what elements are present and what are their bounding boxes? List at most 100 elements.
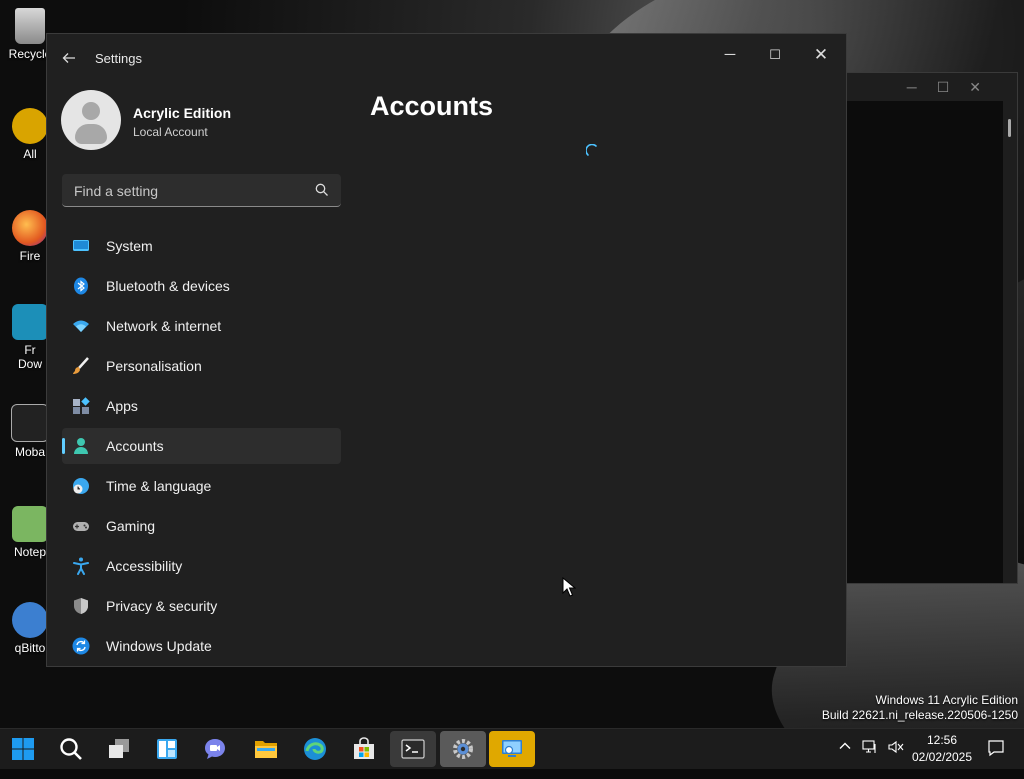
clock-time: 12:56 — [926, 733, 958, 747]
nav-item-accessibility[interactable]: Accessibility — [62, 548, 341, 584]
settings-taskbar-button[interactable] — [440, 731, 486, 767]
search-icon — [60, 738, 82, 760]
qbittorrent-icon — [12, 602, 48, 638]
maximize-icon: ☐ — [769, 47, 781, 62]
chat-icon — [205, 739, 225, 759]
nav-item-bluetooth-devices[interactable]: Bluetooth & devices — [62, 268, 341, 304]
network-icon — [862, 740, 876, 753]
apps-icon — [73, 397, 90, 414]
mouse-cursor-icon — [562, 577, 576, 597]
window-title: Settings — [95, 51, 142, 66]
close-icon: ✕ — [813, 45, 829, 64]
nav-label: Network & internet — [106, 318, 222, 334]
wifi-icon — [73, 320, 89, 332]
nav-item-windows-update[interactable]: Windows Update — [62, 628, 341, 664]
taskbar: 12:56 02/02/2025 — [0, 728, 1024, 769]
loading-spinner-icon — [586, 144, 597, 156]
watermark-build: Build 22621.ni_release.220506-1250 — [821, 708, 1018, 722]
accessibility-icon — [73, 557, 89, 575]
system-icon — [73, 240, 89, 251]
start-button[interactable] — [0, 731, 46, 767]
chevron-up-icon — [839, 742, 851, 749]
edge-button[interactable] — [292, 731, 338, 767]
os-watermark: Windows 11 Acrylic Edition Build 22621.n… — [822, 693, 1018, 723]
store-button[interactable] — [341, 731, 387, 767]
nav-item-network-internet[interactable]: Network & internet — [62, 308, 341, 344]
terminal-content — [847, 101, 1003, 583]
recycle-bin-icon — [15, 8, 45, 44]
free-download-icon — [12, 304, 48, 340]
nav-label: Windows Update — [106, 638, 212, 654]
volume-button[interactable] — [888, 739, 904, 779]
remote-desktop-button[interactable] — [489, 731, 535, 767]
nav-item-system[interactable]: System — [62, 228, 341, 264]
back-button[interactable] — [57, 46, 81, 70]
scrollbar[interactable] — [1008, 119, 1011, 137]
mobaxterm-icon — [11, 404, 49, 442]
network-status-button[interactable] — [862, 739, 878, 779]
widgets-button[interactable] — [144, 731, 190, 767]
nav-label: Accessibility — [106, 558, 183, 574]
page-title: Accounts — [370, 91, 494, 121]
person-icon — [74, 438, 88, 454]
task-view-icon — [109, 739, 129, 758]
nav-label: Personalisation — [106, 358, 202, 374]
terminal-button[interactable] — [390, 731, 436, 767]
start-icon — [12, 738, 34, 760]
remote-desktop-icon — [502, 740, 522, 757]
active-indicator — [62, 438, 65, 454]
nav-item-time-language[interactable]: Time & language — [62, 468, 341, 504]
clock-date: 02/02/2025 — [911, 750, 973, 764]
nav-item-apps[interactable]: Apps — [62, 388, 341, 424]
taskbar-search-button[interactable] — [48, 731, 94, 767]
gamepad-icon — [73, 522, 89, 531]
minimize-icon: ─ — [724, 46, 736, 63]
task-view-button[interactable] — [96, 731, 142, 767]
settings-window: Settings ─ ☐ ✕ Acrylic Edition Local Acc… — [46, 33, 847, 667]
nav-item-privacy-security[interactable]: Privacy & security — [62, 588, 341, 624]
notification-icon — [988, 740, 1004, 757]
shield-icon — [74, 598, 88, 614]
watermark-edition: Windows 11 Acrylic Edition — [875, 693, 1019, 707]
background-window-controls[interactable]: ─☐✕ — [907, 79, 1001, 96]
search-input[interactable] — [72, 174, 306, 208]
search-icon — [315, 183, 328, 196]
settings-icon — [453, 739, 473, 759]
nav-label: System — [106, 238, 153, 254]
notifications-button[interactable] — [987, 739, 1005, 779]
brush-icon — [73, 357, 89, 374]
profile-name: Acrylic Edition — [133, 105, 232, 121]
notepad-icon — [12, 506, 48, 542]
nav-item-gaming[interactable]: Gaming — [62, 508, 341, 544]
bluetooth-icon — [74, 277, 88, 295]
nav-label: Privacy & security — [106, 598, 218, 614]
taskbar-clock[interactable]: 12:56 02/02/2025 — [906, 732, 978, 766]
globe-clock-icon — [73, 478, 89, 494]
nav-item-accounts[interactable]: Accounts — [62, 428, 341, 464]
speaker-muted-icon — [888, 740, 904, 754]
widgets-icon — [157, 739, 177, 759]
nav-label: Accounts — [106, 438, 164, 454]
nav-label: Time & language — [106, 478, 212, 494]
file-explorer-icon — [255, 741, 277, 758]
terminal-icon — [401, 739, 425, 759]
nav-item-personalisation[interactable]: Personalisation — [62, 348, 341, 384]
show-hidden-icons-button[interactable] — [838, 739, 852, 779]
update-icon — [72, 637, 90, 655]
close-button[interactable]: ✕ — [799, 40, 843, 70]
firefox-icon — [12, 210, 48, 246]
title-bar[interactable]: Settings ─ ☐ ✕ — [47, 34, 846, 80]
chat-button[interactable] — [192, 731, 238, 767]
minimize-button[interactable]: ─ — [708, 40, 752, 70]
profile-account-type: Local Account — [133, 125, 208, 139]
nav-label: Apps — [106, 398, 138, 414]
maximize-button[interactable]: ☐ — [753, 40, 797, 70]
back-arrow-icon — [62, 53, 75, 63]
nav-label: Gaming — [106, 518, 156, 534]
edge-icon — [304, 738, 326, 760]
store-icon — [354, 737, 374, 759]
nav-label: Bluetooth & devices — [106, 278, 230, 294]
search-box[interactable] — [62, 174, 341, 208]
file-explorer-button[interactable] — [243, 731, 289, 767]
settings-navigation: System Bluetooth & devices Network & int… — [62, 228, 341, 666]
